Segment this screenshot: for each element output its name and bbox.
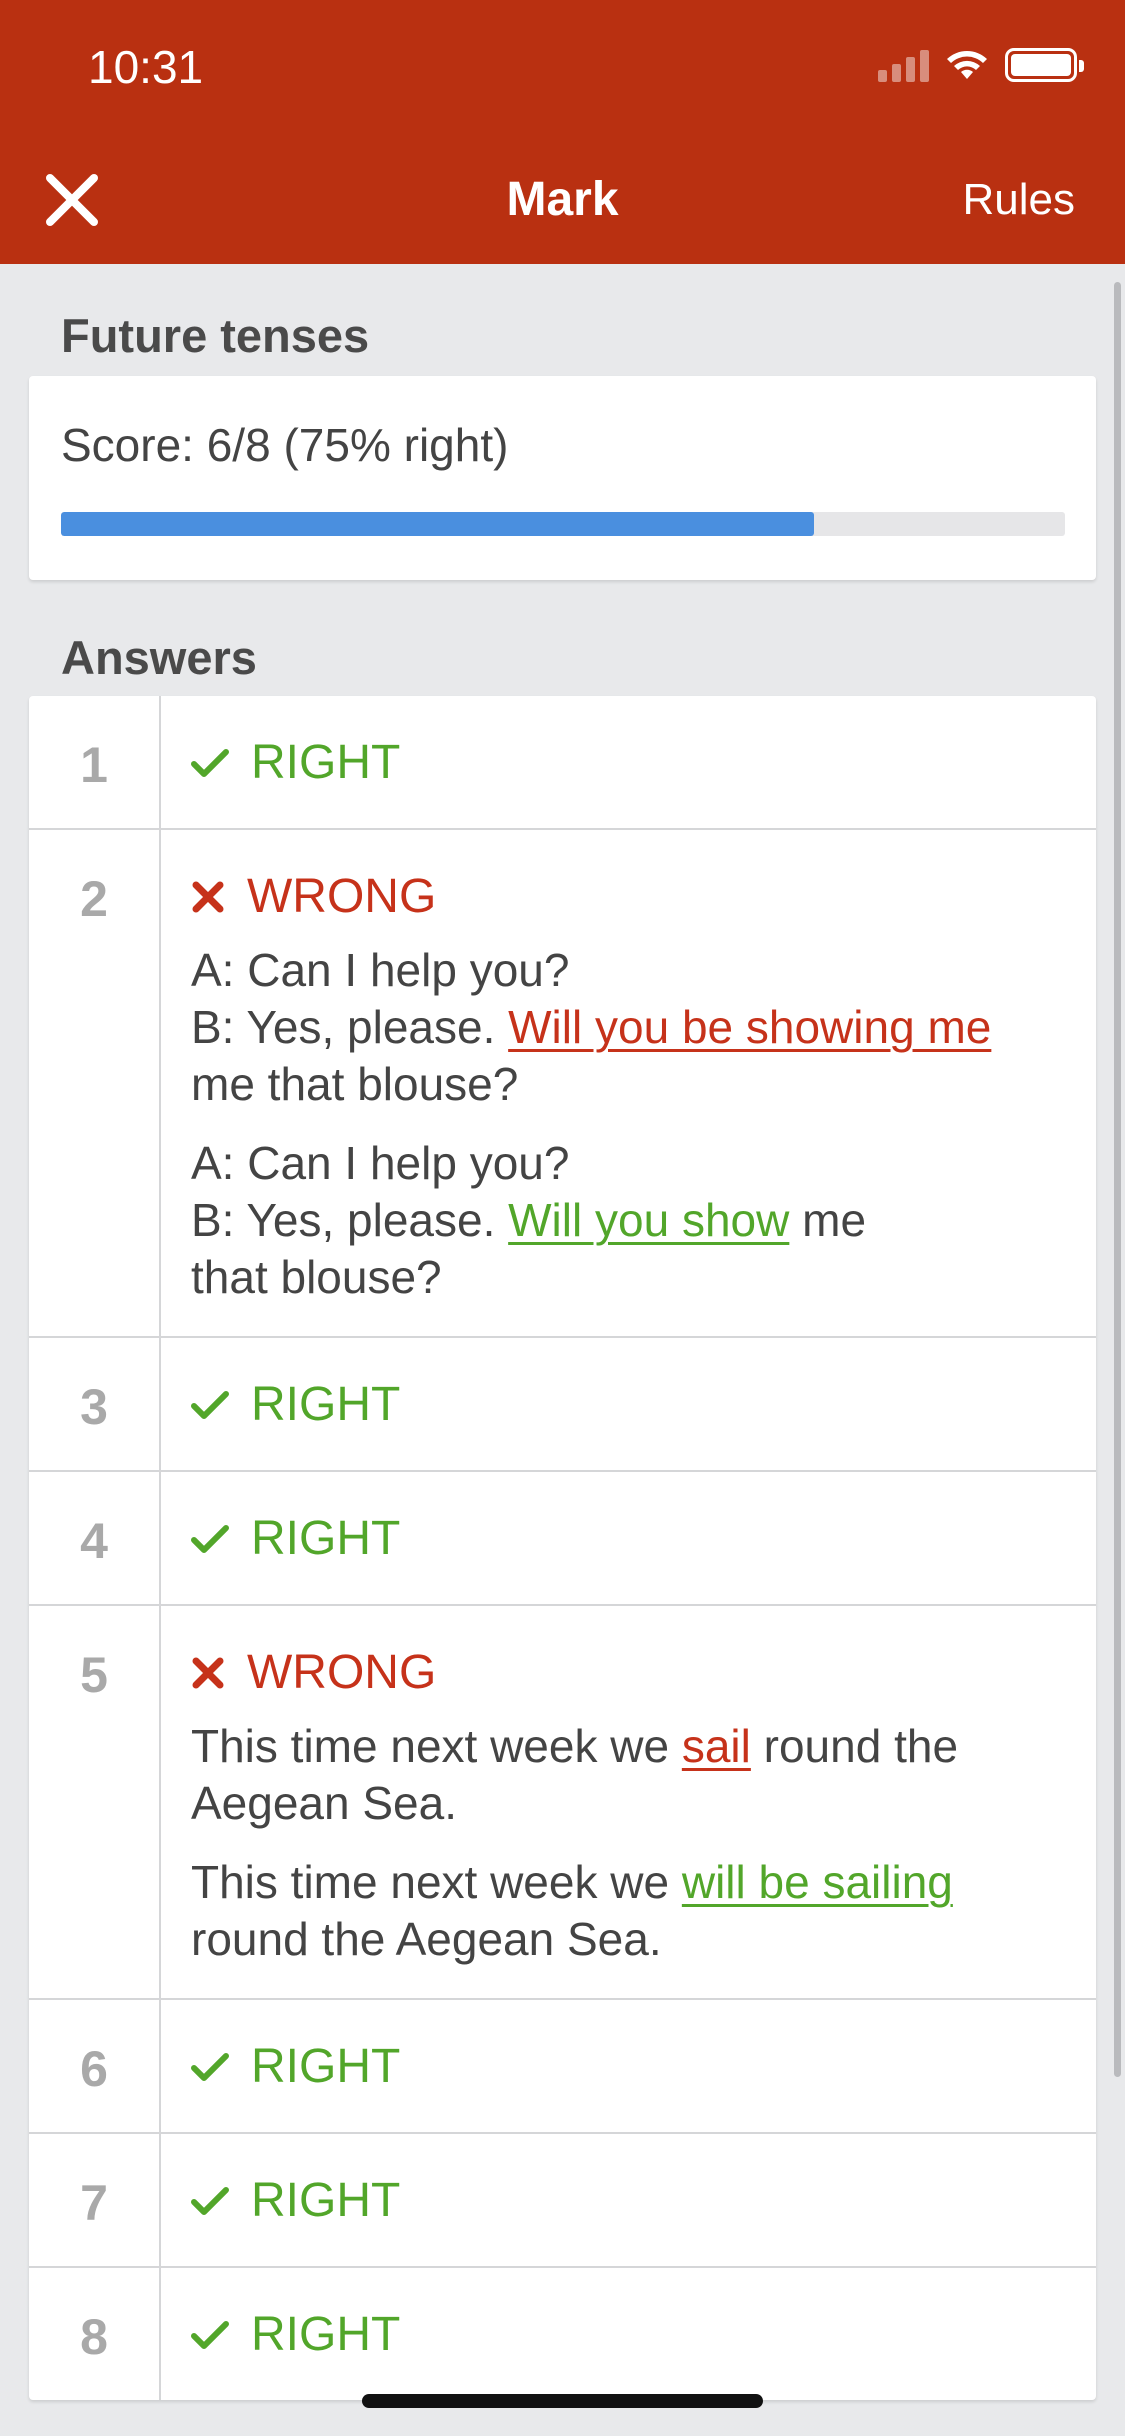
- status-icons: [878, 48, 1084, 82]
- answer-number: 7: [29, 2134, 161, 2266]
- answer-row: 6 RIGHT: [29, 2000, 1096, 2134]
- wrong-phrase: sail: [681, 1720, 751, 1772]
- answer-verdict: RIGHT: [191, 1378, 1066, 1432]
- wifi-icon: [947, 51, 987, 79]
- given-line: B: Yes, please.: [191, 1001, 509, 1053]
- verdict-label: WRONG: [247, 870, 437, 923]
- status-time: 10:31: [88, 41, 204, 93]
- answer-number: 5: [29, 1606, 161, 1998]
- answer-verdict: RIGHT: [191, 736, 1066, 790]
- check-icon: [191, 2321, 229, 2349]
- close-icon: [46, 174, 98, 226]
- answer-number: 1: [29, 696, 161, 828]
- verdict-label: RIGHT: [251, 2308, 401, 2361]
- rules-button[interactable]: Rules: [963, 175, 1076, 225]
- answer-number: 6: [29, 2000, 161, 2132]
- given-line: A: Can I help you?: [191, 944, 570, 996]
- score-progress-bar: [61, 512, 1065, 536]
- answer-row: 1 RIGHT: [29, 696, 1096, 830]
- correct-line: B: Yes, please.: [191, 1194, 509, 1246]
- answer-row: 7 RIGHT: [29, 2134, 1096, 2268]
- correct-answer: This time next week we will be sailing r…: [191, 1854, 1066, 1968]
- navigation-bar: 10:31 Mark Rules: [0, 0, 1125, 264]
- verdict-label: WRONG: [247, 1646, 437, 1699]
- given-text: This time next week we: [191, 1720, 682, 1772]
- correct-answer: A: Can I help you? B: Yes, please. Will …: [191, 1135, 1066, 1306]
- answer-verdict: RIGHT: [191, 2174, 1066, 2228]
- answer-verdict: RIGHT: [191, 1512, 1066, 1566]
- answer-number: 8: [29, 2268, 161, 2400]
- verdict-label: RIGHT: [251, 2040, 401, 2093]
- wrong-phrase: Will you be showing me: [508, 1001, 992, 1053]
- correct-line: A: Can I help you?: [191, 1137, 570, 1189]
- answer-number: 2: [29, 830, 161, 1336]
- verdict-label: RIGHT: [251, 736, 401, 789]
- check-icon: [191, 2053, 229, 2081]
- check-icon: [191, 1525, 229, 1553]
- cellular-signal-icon: [878, 48, 929, 82]
- answer-verdict: RIGHT: [191, 2308, 1066, 2362]
- correct-phrase: Will you show: [508, 1194, 790, 1246]
- home-indicator[interactable]: [362, 2394, 763, 2408]
- cross-icon: [192, 1657, 224, 1689]
- answer-verdict: RIGHT: [191, 2040, 1066, 2094]
- answer-row: 8 RIGHT: [29, 2268, 1096, 2400]
- verdict-label: RIGHT: [251, 1512, 401, 1565]
- given-answer: This time next week we sail round the Ae…: [191, 1718, 1066, 1832]
- scrollbar[interactable]: [1114, 282, 1121, 2077]
- score-text: Score: 6/8 (75% right): [61, 419, 509, 471]
- score-progress-fill: [61, 512, 814, 536]
- check-icon: [191, 749, 229, 777]
- given-line: me that blouse?: [191, 1058, 519, 1110]
- correct-line: me: [789, 1194, 867, 1246]
- correct-text: round the Aegean Sea.: [191, 1913, 662, 1965]
- check-icon: [191, 1391, 229, 1419]
- cross-icon: [192, 881, 224, 913]
- battery-icon: [1005, 48, 1084, 82]
- check-icon: [191, 2187, 229, 2215]
- answers-table: 1 RIGHT 2 WRONG A: Can I help you? B: Ye…: [29, 696, 1096, 2400]
- given-answer: A: Can I help you? B: Yes, please. Will …: [191, 942, 1066, 1113]
- answer-row: 3 RIGHT: [29, 1338, 1096, 1472]
- quiz-title: Future tenses: [61, 309, 370, 362]
- score-card: Score: 6/8 (75% right): [29, 376, 1096, 580]
- answer-row: 5 WRONG This time next week we sail roun…: [29, 1606, 1096, 2000]
- verdict-label: RIGHT: [251, 1378, 401, 1431]
- answer-verdict: WRONG: [191, 1646, 1066, 1700]
- answer-row: 4 RIGHT: [29, 1472, 1096, 1606]
- answers-heading: Answers: [61, 631, 257, 684]
- correct-phrase: will be sailing: [681, 1856, 953, 1908]
- page-title: Mark: [506, 173, 619, 226]
- correct-text: This time next week we: [191, 1856, 682, 1908]
- correct-line: that blouse?: [191, 1251, 442, 1303]
- answer-number: 3: [29, 1338, 161, 1470]
- close-button[interactable]: [40, 168, 104, 232]
- verdict-label: RIGHT: [251, 2174, 401, 2227]
- answer-row: 2 WRONG A: Can I help you? B: Yes, pleas…: [29, 830, 1096, 1338]
- answer-verdict: WRONG: [191, 870, 1066, 924]
- answer-number: 4: [29, 1472, 161, 1604]
